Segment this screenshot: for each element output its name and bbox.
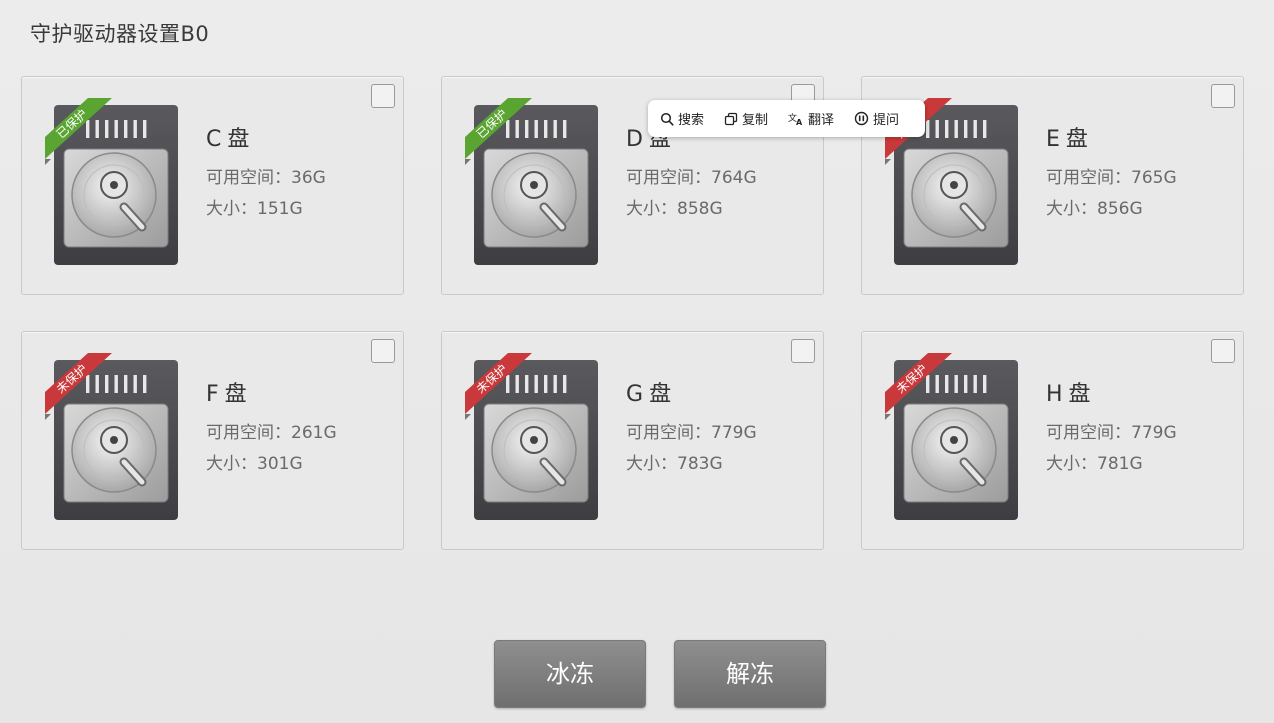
drive-name: G盘 <box>626 382 672 407</box>
drive-free-space: 可用空间：765G <box>1046 168 1177 188</box>
hard-drive-icon: 未保护 <box>885 353 1018 520</box>
copy-icon <box>724 112 738 125</box>
dialog-title: 守护驱动器设置B0 <box>30 22 210 46</box>
drive-card-g[interactable]: 未保护 G盘 可用空间：779G 大小：783G <box>441 331 824 550</box>
hard-drive-icon: 已保护 <box>465 98 598 265</box>
drive-name: E盘 <box>1046 127 1088 152</box>
drive-checkbox[interactable] <box>1211 84 1235 108</box>
drive-free-space: 可用空间：779G <box>626 423 757 443</box>
drive-checkbox[interactable] <box>1211 339 1235 363</box>
search-icon <box>660 112 674 126</box>
drive-card-c[interactable]: 已保护 C盘 可用空间：36G 大小：151G <box>21 76 404 295</box>
freeze-button[interactable]: 冰冻 <box>494 640 646 708</box>
drive-size: 大小：781G <box>1046 454 1143 474</box>
hard-drive-icon: 未保护 <box>45 353 178 520</box>
drive-checkbox[interactable] <box>791 339 815 363</box>
drive-free-space: 可用空间：779G <box>1046 423 1177 443</box>
drive-free-space: 可用空间：36G <box>206 168 326 188</box>
hard-drive-icon: 未保护 <box>465 353 598 520</box>
drive-size: 大小：783G <box>626 454 723 474</box>
ask-icon <box>854 111 869 126</box>
drive-size: 大小：858G <box>626 199 723 219</box>
drive-name: C盘 <box>206 127 250 152</box>
svg-text:A: A <box>796 118 803 126</box>
drive-checkbox[interactable] <box>371 339 395 363</box>
drive-name: H盘 <box>1046 382 1091 407</box>
popup-search[interactable]: 搜索 <box>660 109 704 128</box>
drive-card-h[interactable]: 未保护 H盘 可用空间：779G 大小：781G <box>861 331 1244 550</box>
translate-icon: 文 A <box>788 112 803 126</box>
popup-copy[interactable]: 复制 <box>724 109 768 128</box>
drive-checkbox[interactable] <box>371 84 395 108</box>
drive-size: 大小：301G <box>206 454 303 474</box>
drive-free-space: 可用空间：261G <box>206 423 337 443</box>
drive-free-space: 可用空间：764G <box>626 168 757 188</box>
unfreeze-button[interactable]: 解冻 <box>674 640 826 708</box>
popup-translate[interactable]: 文 A 翻译 <box>788 109 834 129</box>
drive-name: F盘 <box>206 382 247 407</box>
drive-size: 大小：856G <box>1046 199 1143 219</box>
hard-drive-icon: 已保护 <box>45 98 178 265</box>
drive-size: 大小：151G <box>206 199 303 219</box>
selection-popup-toolbar: 搜索 复制 文 A 翻译 提问 <box>648 100 925 137</box>
drive-card-f[interactable]: 未保护 F盘 可用空间：261G 大小：301G <box>21 331 404 550</box>
popup-ask[interactable]: 提问 <box>854 109 899 128</box>
